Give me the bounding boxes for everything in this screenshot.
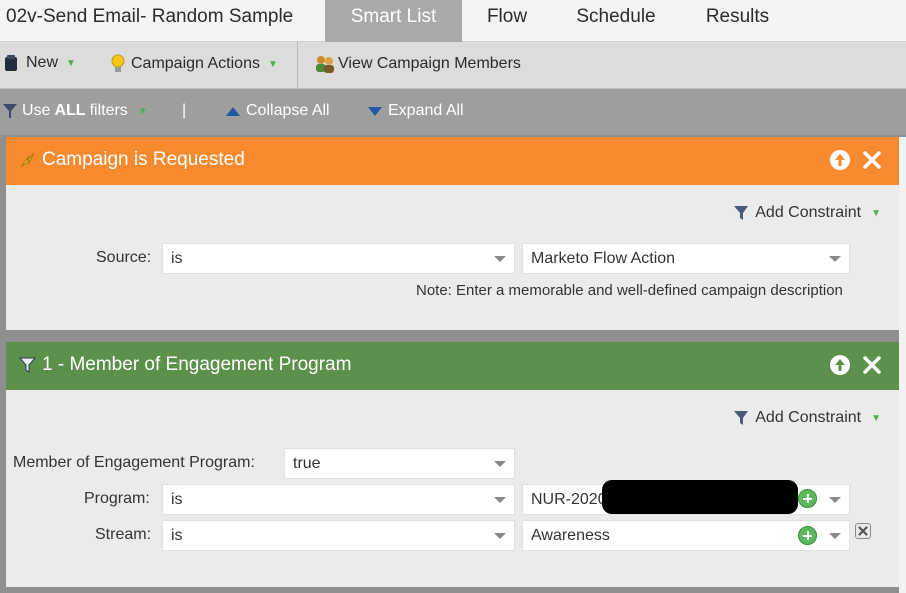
- collapse-all-button[interactable]: Collapse All: [226, 102, 330, 120]
- trigger-bolt-icon: [20, 152, 35, 168]
- filter-card-member-of-engagement-program: 1 - Member of Engagement Program Add Con…: [6, 342, 899, 587]
- source-value-select[interactable]: Marketo Flow Action: [522, 243, 850, 274]
- chevron-down-icon: [494, 497, 506, 503]
- campaign-actions-button[interactable]: Campaign Actions ▼: [110, 54, 278, 74]
- add-constraint-label: Add Constraint: [755, 204, 862, 221]
- view-campaign-members-button[interactable]: View Campaign Members: [314, 54, 521, 74]
- tab-bar: 02v-Send Email- Random Sample Smart List…: [0, 0, 906, 42]
- add-value-icon[interactable]: [798, 526, 817, 545]
- campaign-actions-label: Campaign Actions: [131, 55, 260, 72]
- add-constraint-dropdown-icon: ▼: [871, 207, 881, 219]
- stream-value: Awareness: [531, 527, 610, 544]
- filter-funnel-icon: [18, 357, 37, 373]
- filter-header: 1 - Member of Engagement Program: [6, 342, 899, 390]
- filter-toolbar: Use ALL filters ▼ | Collapse All Expand …: [0, 89, 906, 135]
- filter-logic-mode: ALL: [54, 102, 86, 119]
- member-value: true: [293, 455, 321, 472]
- collapse-all-label: Collapse All: [246, 102, 330, 119]
- expand-icon: [368, 106, 382, 116]
- add-constraint-icon: [734, 411, 749, 425]
- action-toolbar: New ▼ Campaign Actions ▼ View Campaign M…: [0, 42, 906, 89]
- add-constraint-button[interactable]: Add Constraint ▼: [733, 409, 881, 427]
- collapse-icon: [226, 106, 240, 116]
- new-button[interactable]: New ▼: [4, 54, 76, 72]
- tab-results[interactable]: Results: [690, 0, 785, 42]
- add-value-icon[interactable]: [798, 489, 817, 508]
- remove-filter-icon[interactable]: [862, 355, 882, 375]
- tab-smart-list[interactable]: Smart List: [325, 0, 462, 42]
- program-value: NUR-2020: [531, 491, 607, 508]
- member-value-select[interactable]: true: [284, 448, 515, 479]
- filter-logic-dropdown-icon: ▼: [137, 105, 148, 117]
- view-campaign-members-label: View Campaign Members: [338, 55, 521, 72]
- filter-logic-suffix: filters: [89, 102, 128, 119]
- filter-logic-selector[interactable]: Use ALL filters ▼: [2, 102, 148, 120]
- lightbulb-icon: [111, 54, 125, 72]
- campaign-title: 02v-Send Email- Random Sample: [6, 6, 294, 27]
- add-constraint-dropdown-icon: ▼: [871, 412, 881, 424]
- chevron-down-icon: [494, 256, 506, 262]
- stream-operator-select[interactable]: is: [162, 520, 515, 551]
- redaction-mark: [602, 480, 798, 514]
- program-label: Program:: [84, 490, 150, 507]
- member-of-engagement-program-label: Member of Engagement Program:: [13, 454, 255, 471]
- source-operator-value: is: [171, 250, 183, 267]
- source-operator-select[interactable]: is: [162, 243, 515, 274]
- source-value: Marketo Flow Action: [531, 250, 676, 267]
- filter-funnel-icon: [3, 104, 17, 118]
- filter-card-campaign-requested: Campaign is Requested Add Constraint ▼ S…: [6, 137, 899, 330]
- chevron-down-icon: [829, 256, 841, 262]
- chevron-down-icon: [494, 461, 506, 467]
- new-label: New: [26, 54, 59, 71]
- scroll-gutter: [899, 137, 906, 593]
- stream-operator-value: is: [171, 527, 183, 544]
- filter-header: Campaign is Requested: [6, 137, 899, 185]
- filter-toolbar-divider: |: [182, 102, 187, 119]
- chevron-down-icon: [829, 497, 841, 503]
- description-note: Note: Enter a memorable and well-defined…: [416, 282, 843, 299]
- new-icon: [5, 55, 17, 71]
- filter-title: Campaign is Requested: [42, 149, 245, 170]
- add-constraint-label: Add Constraint: [755, 409, 862, 426]
- people-icon: [316, 56, 334, 73]
- stream-label: Stream:: [95, 526, 152, 543]
- move-up-icon[interactable]: [830, 355, 850, 375]
- chevron-down-icon: [494, 533, 506, 539]
- expand-all-button[interactable]: Expand All: [368, 102, 464, 120]
- add-constraint-icon: [734, 206, 749, 220]
- move-up-icon[interactable]: [830, 150, 850, 170]
- toolbar-separator: [297, 42, 298, 89]
- filter-logic-prefix: Use: [22, 102, 51, 119]
- program-operator-select[interactable]: is: [162, 484, 515, 515]
- tab-flow[interactable]: Flow: [473, 0, 541, 42]
- remove-filter-icon[interactable]: [862, 150, 882, 170]
- add-constraint-button[interactable]: Add Constraint ▼: [733, 204, 881, 222]
- source-label: Source:: [96, 249, 152, 266]
- program-operator-value: is: [171, 491, 183, 508]
- remove-constraint-icon[interactable]: [855, 523, 871, 539]
- new-dropdown-icon: ▼: [66, 57, 76, 69]
- chevron-down-icon: [829, 533, 841, 539]
- filter-title: 1 - Member of Engagement Program: [42, 354, 352, 375]
- expand-all-label: Expand All: [388, 102, 464, 119]
- tab-schedule[interactable]: Schedule: [560, 0, 672, 42]
- campaign-actions-dropdown-icon: ▼: [267, 58, 278, 70]
